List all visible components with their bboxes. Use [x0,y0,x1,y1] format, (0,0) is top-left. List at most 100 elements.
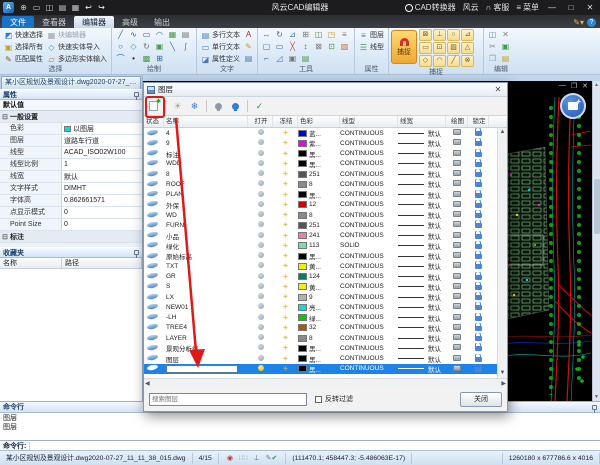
snap-mid-icon[interactable]: ▭ [419,42,432,54]
snap-toggle-icon[interactable]: ◉ [227,455,233,462]
layer-name-cell[interactable]: -LH [164,314,248,321]
sun-icon[interactable]: ☀ [282,294,288,301]
unlock-icon[interactable] [475,346,482,351]
sun-icon[interactable]: ☀ [282,192,288,199]
bulb-icon[interactable] [258,365,264,371]
layer-lock-cell[interactable] [468,323,489,333]
layer-lock-cell[interactable] [468,210,489,220]
layer-linetype-cell[interactable]: CONTINUOUS [340,181,398,188]
snap-tan-icon[interactable]: ◠ [433,55,446,67]
layer-on-cell[interactable] [248,303,273,311]
line-icon[interactable]: ╱ [114,29,127,41]
unlock-icon[interactable] [475,367,482,372]
column-header-7[interactable]: 绘图 [446,116,468,127]
dialog-close-button[interactable]: 关闭 [460,392,502,407]
layer-lineweight-cell[interactable]: 默认 [398,200,446,210]
printer-icon[interactable] [453,273,461,279]
layer-color-cell[interactable]: 8 [298,181,340,188]
layer-lock-cell[interactable] [468,200,489,210]
bulb-icon[interactable] [258,139,264,145]
layer-color-cell[interactable]: 绿... [298,313,340,323]
pin-icon[interactable] [134,92,139,97]
delete-icon[interactable]: ✕ [499,29,512,41]
layer-freeze-cell[interactable]: ☀ [273,129,298,137]
viewport-scrollbar[interactable]: ▲ ▼ [592,81,600,401]
sun-icon[interactable]: ☀ [282,335,288,342]
unlock-icon[interactable] [475,172,482,177]
menu-button[interactable]: ≡菜单 [516,2,539,13]
viewport-layout-button[interactable] [560,93,586,119]
printer-icon[interactable] [453,211,461,217]
sun-icon[interactable]: ☀ [282,130,288,137]
layer-row[interactable]: ROOF☀8CONTINUOUS默认 [144,179,497,189]
extend-icon[interactable]: ↕ [299,41,312,53]
doc-minimize-icon[interactable]: — [559,82,566,90]
unlock-icon[interactable] [475,305,482,310]
text-style-icon[interactable]: A [242,29,255,41]
stretch-icon[interactable]: ▭ [273,41,286,53]
layer-row[interactable]: FURN☀251CONTINUOUS默认 [144,220,497,230]
scroll-down-icon[interactable]: ▼ [594,393,599,401]
tab-output[interactable]: 输出 [146,16,178,28]
bulb-icon[interactable] [258,273,264,279]
expand-icon[interactable]: ⊟ [0,233,10,241]
layer-color-cell[interactable]: 黑... [298,149,340,159]
layer-on-cell[interactable] [248,150,273,158]
layer-on-cell[interactable] [248,355,273,363]
property-value[interactable]: 0.862661571 [62,197,142,204]
layer-button[interactable]: ≡图层 [357,29,386,41]
layer-name-cell[interactable]: GR [164,273,248,280]
layer-name-cell[interactable]: 原始标高 [164,251,248,261]
layer-on-cell[interactable] [248,293,273,301]
property-group-header[interactable]: ⊟一般设置 [0,111,142,123]
bulb-icon[interactable] [258,129,264,135]
layer-plot-cell[interactable] [446,201,468,209]
layer-on-cell[interactable] [248,191,273,199]
sun-icon[interactable]: ☀ [282,212,288,219]
layer-row[interactable]: 4☀蓝...CONTINUOUS默认 [144,128,497,138]
layer-lineweight-cell[interactable]: 默认 [398,364,446,374]
solid-icon[interactable]: ▩ [140,53,153,65]
layer-freeze-cell[interactable]: ☀ [273,252,298,260]
layer-lineweight-cell[interactable]: 默认 [398,251,446,261]
cloud-icon[interactable]: ◠ [153,29,166,41]
explode-icon[interactable]: ▨ [338,41,351,53]
move-icon[interactable]: ↔ [260,29,273,41]
layer-plot-cell[interactable] [446,191,468,199]
copy-icon[interactable]: ◫ [486,29,499,41]
layer-lock-cell[interactable] [468,241,489,251]
text-button[interactable]: ▭单行文本 [199,41,242,53]
dialog-titlebar[interactable]: 图层 ✕ [144,83,507,97]
sun-icon[interactable]: ☀ [282,253,288,260]
layer-linetype-cell[interactable]: CONTINUOUS [340,263,398,270]
bulb-icon[interactable] [258,283,264,289]
printer-icon[interactable] [453,129,461,135]
unlock-icon[interactable] [475,152,482,157]
layer-plot-cell[interactable] [446,180,468,188]
snap-near-icon[interactable]: △ [461,42,474,54]
layer-search-input[interactable] [149,393,307,406]
layer-row[interactable]: 图层☀黑...CONTINUOUS默认 [144,354,497,364]
layer-name-cell[interactable]: 小品 [164,231,248,241]
new-layer-button[interactable] [146,99,161,114]
printer-icon[interactable] [453,334,461,340]
column-header-4[interactable]: 色彩 [298,116,340,127]
layer-on-cell[interactable] [248,252,273,260]
unlock-icon[interactable] [475,295,482,300]
layer-lineweight-cell[interactable]: 默认 [398,190,446,200]
paste-icon[interactable]: ▣ [499,41,512,53]
favorites-col-path[interactable]: 路径 [62,258,142,268]
layer-freeze-cell[interactable]: ☀ [273,191,298,199]
printer-icon[interactable] [453,201,461,207]
layer-name-cell[interactable]: PLAN [164,191,248,198]
layer-color-cell[interactable]: 8 [298,335,340,342]
layer-on-cell[interactable] [248,365,273,373]
clipboard-icon[interactable]: ▤ [499,53,512,65]
layer-plot-cell[interactable] [446,355,468,363]
layer-color-cell[interactable]: 32 [298,324,340,331]
layer-plot-cell[interactable] [446,160,468,168]
bulb-icon[interactable] [258,344,264,350]
layer-plot-cell[interactable] [446,129,468,137]
property-value[interactable]: 0 [62,221,142,228]
help-icon[interactable]: ? [587,18,596,27]
